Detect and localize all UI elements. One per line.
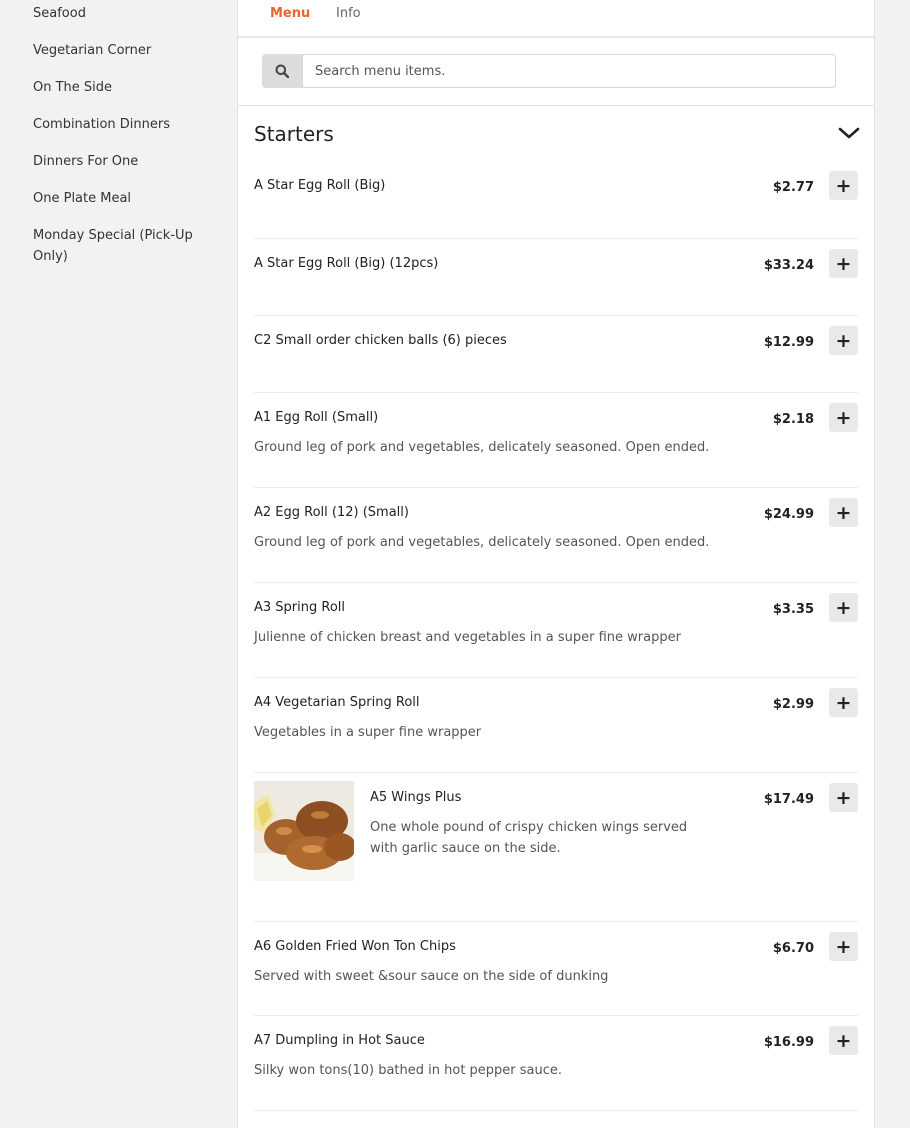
menu-item[interactable]: A3 Spring Roll Julienne of chicken breas… <box>254 593 858 678</box>
item-price: $6.70 <box>772 941 814 956</box>
sidebar-item-monday-special[interactable]: Monday Special (Pick-Up Only) <box>33 225 193 267</box>
sidebar-item-seafood[interactable]: Seafood <box>33 3 193 24</box>
sidebar-item-combination-dinners[interactable]: Combination Dinners <box>33 114 193 135</box>
item-name: A7 Dumpling in Hot Sauce <box>254 1033 425 1048</box>
add-item-button[interactable]: + <box>829 326 858 355</box>
add-item-button[interactable]: + <box>829 171 858 200</box>
menu-item[interactable]: A6 Golden Fried Won Ton Chips Served wit… <box>254 932 858 1016</box>
menu-item[interactable]: C2 Small order chicken balls (6) pieces … <box>254 326 858 393</box>
menu-item[interactable]: A7 Dumpling in Hot Sauce Silky won tons(… <box>254 1026 858 1111</box>
item-name: A5 Wings Plus <box>370 790 462 805</box>
sidebar-item-vegetarian-corner[interactable]: Vegetarian Corner <box>33 40 193 61</box>
tab-menu[interactable]: Menu <box>270 5 310 23</box>
item-price: $2.18 <box>772 412 814 427</box>
item-price: $3.35 <box>772 602 814 617</box>
item-price: $17.49 <box>763 792 814 807</box>
search-bar <box>238 38 874 106</box>
add-item-button[interactable]: + <box>829 498 858 527</box>
add-item-button[interactable]: + <box>829 249 858 278</box>
category-sidebar: Seafood Vegetarian Corner On The Side Co… <box>0 0 236 1128</box>
item-name: A Star Egg Roll (Big) <box>254 178 386 193</box>
add-item-button[interactable]: + <box>829 783 858 812</box>
tab-info[interactable]: Info <box>336 5 361 23</box>
sidebar-item-on-the-side[interactable]: On The Side <box>33 77 193 98</box>
item-description: Ground leg of pork and vegetables, delic… <box>254 535 710 550</box>
search-button[interactable] <box>262 54 302 88</box>
menu-item[interactable]: A2 Egg Roll (12) (Small) Ground leg of p… <box>254 498 858 583</box>
item-name: C2 Small order chicken balls (6) pieces <box>254 333 507 348</box>
item-price: $2.99 <box>772 697 814 712</box>
item-name: A2 Egg Roll (12) (Small) <box>254 505 409 520</box>
item-description: Julienne of chicken breast and vegetable… <box>254 630 681 645</box>
section-title: Starters <box>254 122 334 146</box>
item-price: $24.99 <box>763 507 814 522</box>
sidebar-item-dinners-for-one[interactable]: Dinners For One <box>33 151 193 172</box>
menu-item[interactable]: A4 Vegetarian Spring Roll Vegetables in … <box>254 688 858 773</box>
item-price: $2.77 <box>772 180 814 195</box>
item-name: A3 Spring Roll <box>254 600 346 615</box>
item-description: One whole pound of crispy chicken wings … <box>370 820 688 856</box>
item-price: $16.99 <box>763 1035 814 1050</box>
menu-item[interactable]: A Star Egg Roll (Big) (12pcs) $33.24 + <box>254 249 858 316</box>
chevron-down-icon[interactable] <box>838 124 860 142</box>
item-photo <box>254 781 354 881</box>
item-name: A Star Egg Roll (Big) (12pcs) <box>254 256 439 271</box>
menu-item[interactable]: A Star Egg Roll (Big) $2.77 + <box>254 171 858 239</box>
item-description: Served with sweet &sour sauce on the sid… <box>254 969 609 984</box>
item-price: $33.24 <box>763 258 814 273</box>
item-description: Ground leg of pork and vegetables, delic… <box>254 440 710 455</box>
search-input[interactable] <box>302 54 836 88</box>
sidebar-item-one-plate-meal[interactable]: One Plate Meal <box>33 188 193 209</box>
add-item-button[interactable]: + <box>829 403 858 432</box>
add-item-button[interactable]: + <box>829 1026 858 1055</box>
item-name: A4 Vegetarian Spring Roll <box>254 695 420 710</box>
add-item-button[interactable]: + <box>829 932 858 961</box>
item-description: Vegetables in a super fine wrapper <box>254 725 482 740</box>
tab-bar: Menu Info <box>238 0 874 38</box>
item-price: $12.99 <box>763 335 814 350</box>
menu-item[interactable]: A5 Wings Plus One whole pound of crispy … <box>254 781 858 922</box>
item-name: A1 Egg Roll (Small) <box>254 410 379 425</box>
menu-panel: Menu Info Starters A Star Egg Roll (Big)… <box>237 0 875 1128</box>
item-name: A6 Golden Fried Won Ton Chips <box>254 939 456 954</box>
search-icon <box>275 64 289 78</box>
add-item-button[interactable]: + <box>829 688 858 717</box>
menu-item[interactable]: A1 Egg Roll (Small) Ground leg of pork a… <box>254 403 858 488</box>
item-description: Silky won tons(10) bathed in hot pepper … <box>254 1063 563 1078</box>
add-item-button[interactable]: + <box>829 593 858 622</box>
